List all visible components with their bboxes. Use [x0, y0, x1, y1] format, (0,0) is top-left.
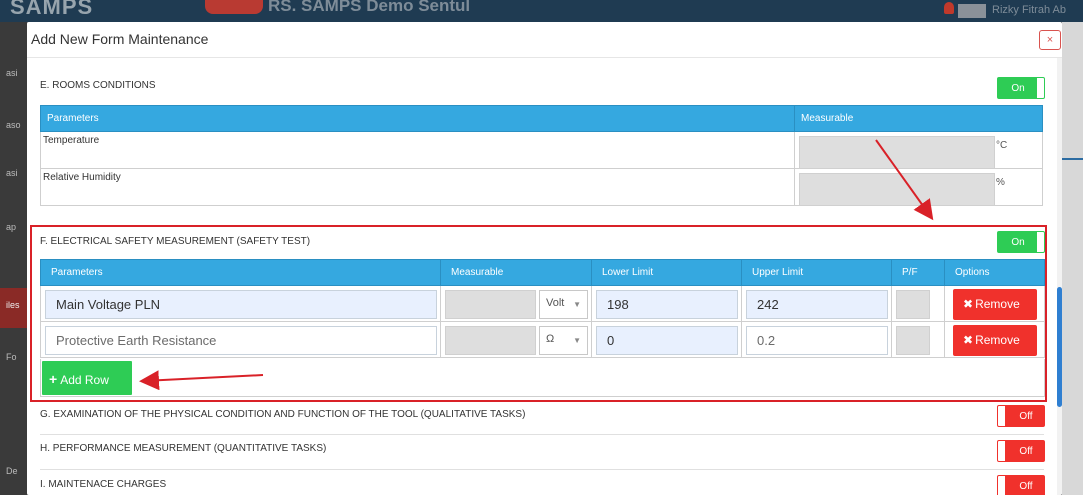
electrical-toggle[interactable]: On [997, 231, 1045, 253]
sidebar-item: ap [6, 222, 17, 232]
chevron-down-icon: ▼ [573, 300, 581, 309]
modal-title: Add New Form Maintenance [31, 31, 209, 47]
sidebar-item: Fo [6, 352, 17, 362]
brand-icon [205, 0, 263, 14]
app-sidebar: asi aso asi ap iles Fo De [0, 22, 27, 495]
pass-fail-input[interactable] [896, 326, 930, 355]
modal-header: Add New Form Maintenance × [27, 22, 1062, 58]
toggle-knob [1037, 232, 1044, 252]
scrollbar-thumb[interactable] [1057, 287, 1062, 407]
column-header: Options [944, 259, 1045, 286]
section-title-charges: I. MAINTENACE CHARGES [40, 479, 167, 490]
hospital-name: RS. SAMPS Demo Sentul [268, 0, 471, 15]
add-row-footer: + Add Row [40, 359, 1045, 397]
section-title-electrical: F. ELECTRICAL SAFETY MEASUREMENT (SAFETY… [40, 236, 311, 247]
plus-icon: + [49, 371, 58, 387]
unit-label: % [996, 177, 1005, 188]
sidebar-item: aso [6, 120, 21, 130]
unit-select[interactable]: Volt ▼ [539, 290, 588, 319]
table-row: Relative Humidity % [40, 168, 1043, 206]
humidity-input[interactable] [799, 173, 995, 206]
user-name: Rizky Fitrah Ab [992, 4, 1066, 16]
sidebar-item: asi [6, 168, 18, 178]
measurable-cell: % [794, 168, 1043, 206]
table-row: Temperature °C [40, 131, 1043, 169]
parameter-input[interactable]: Main Voltage PLN [45, 290, 437, 319]
column-header: Measurable [794, 105, 1043, 132]
app-topbar: SAMPS RS. SAMPS Demo Sentul Rizky Fitrah… [0, 0, 1083, 22]
section-title-examination: G. EXAMINATION OF THE PHYSICAL CONDITION… [40, 409, 526, 420]
remove-icon: ✖ [963, 297, 974, 311]
parameter-input[interactable]: Protective Earth Resistance [45, 326, 437, 355]
charges-toggle[interactable]: Off [997, 475, 1045, 495]
column-header: Parameters [40, 259, 441, 286]
measurable-input[interactable] [445, 290, 536, 319]
unit-label: °C [996, 140, 1008, 151]
remove-button[interactable]: ✖ Remove [953, 325, 1037, 356]
column-header: Measurable [440, 259, 592, 286]
avatar [958, 4, 986, 18]
parameter-cell: Relative Humidity [40, 168, 795, 206]
toggle-knob [998, 441, 1005, 461]
divider [40, 434, 1044, 435]
section-title-rooms: E. ROOMS CONDITIONS [40, 80, 156, 91]
sidebar-item: iles [6, 300, 20, 310]
electrical-table: Parameters Measurable Lower Limit Upper … [40, 259, 1045, 358]
remove-icon: ✖ [963, 333, 974, 347]
table-row: Main Voltage PLN Volt ▼ 198 242 ✖ Remove [40, 285, 1045, 322]
add-row-button[interactable]: + Add Row [42, 361, 132, 395]
column-header: Lower Limit [591, 259, 742, 286]
divider [40, 469, 1044, 470]
app-logo: SAMPS [10, 0, 94, 19]
table-row: Protective Earth Resistance Ω ▼ 0 0.2 ✖ Re… [40, 321, 1045, 358]
measurable-cell: °C [794, 131, 1043, 169]
lower-limit-input[interactable]: 0 [596, 326, 738, 355]
temperature-input[interactable] [799, 136, 995, 169]
remove-button[interactable]: ✖ Remove [953, 289, 1037, 320]
upper-limit-input[interactable]: 242 [746, 290, 888, 319]
add-form-modal: Add New Form Maintenance × E. ROOMS COND… [27, 22, 1062, 495]
bell-icon [944, 2, 954, 14]
background-divider [1062, 158, 1083, 160]
unit-select[interactable]: Ω ▼ [539, 326, 588, 355]
column-header: Upper Limit [741, 259, 892, 286]
rooms-table: Parameters Measurable Temperature °C Rel… [40, 105, 1043, 206]
examination-toggle[interactable]: Off [997, 405, 1045, 427]
background-content-strip [1062, 22, 1083, 495]
measurable-input[interactable] [445, 326, 536, 355]
upper-limit-input[interactable]: 0.2 [746, 326, 888, 355]
parameter-cell: Temperature [40, 131, 795, 169]
performance-toggle[interactable]: Off [997, 440, 1045, 462]
toggle-knob [998, 476, 1005, 495]
sidebar-item: De [6, 466, 18, 476]
modal-scrollbar[interactable] [1057, 58, 1062, 495]
pass-fail-input[interactable] [896, 290, 930, 319]
sidebar-item: asi [6, 68, 18, 78]
column-header: P/F [891, 259, 945, 286]
column-header: Parameters [40, 105, 795, 132]
toggle-knob [1037, 78, 1044, 98]
lower-limit-input[interactable]: 198 [596, 290, 738, 319]
rooms-toggle[interactable]: On [997, 77, 1045, 99]
chevron-down-icon: ▼ [573, 336, 581, 345]
toggle-knob [998, 406, 1005, 426]
close-icon[interactable]: × [1039, 30, 1061, 50]
section-title-performance: H. PERFORMANCE MEASUREMENT (QUANTITATIVE… [40, 443, 327, 454]
